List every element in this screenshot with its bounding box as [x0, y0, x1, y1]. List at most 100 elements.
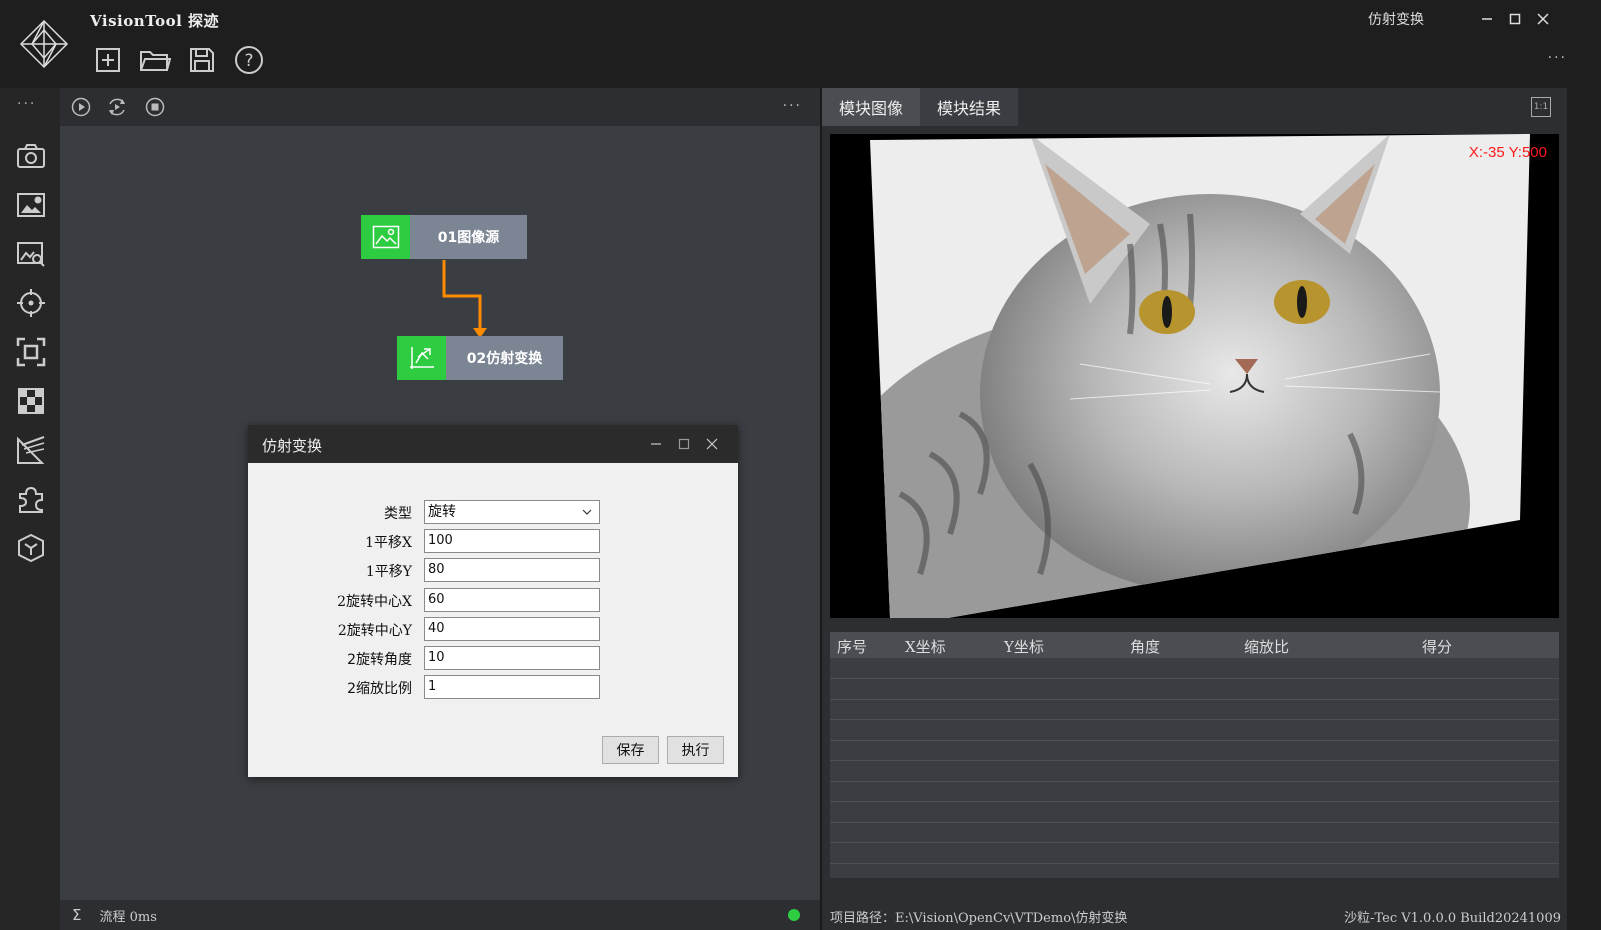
translate-x-input[interactable]: 100	[424, 529, 600, 553]
svg-text:?: ?	[244, 51, 253, 71]
maximize-icon	[678, 438, 690, 450]
table-row	[830, 782, 1559, 802]
rotation-center-y-input[interactable]: 40	[424, 617, 600, 641]
column-header[interactable]: 序号	[837, 636, 867, 657]
flow-node-label: 02仿射变换	[446, 336, 563, 380]
dialog-close-button[interactable]	[701, 433, 723, 455]
flow-node-label: 01图像源	[410, 215, 527, 259]
form-row-type: 类型 旋转	[248, 500, 738, 524]
transform-icon	[397, 336, 446, 380]
flow-node-image-source[interactable]: 01图像源	[361, 215, 527, 259]
focus-frame-icon[interactable]	[15, 336, 47, 368]
save-button[interactable]	[186, 44, 218, 76]
table-row	[830, 741, 1559, 761]
translate-y-input[interactable]: 80	[424, 558, 600, 582]
image-search-icon[interactable]	[15, 238, 47, 270]
field-label: 1平移Y	[365, 564, 412, 580]
table-row	[830, 844, 1559, 864]
right-status-bar: 项目路径：E:\Vision\OpenCv\VTDemo\仿射变换 沙粒-Tec…	[822, 900, 1567, 930]
field-label: 2旋转中心Y	[337, 623, 412, 639]
dialog-titlebar[interactable]: 仿射变换	[248, 425, 738, 463]
dialog-maximize-button[interactable]	[673, 433, 695, 455]
field-label: 2缩放比例	[347, 681, 412, 697]
flow-time-text: 流程 0ms	[99, 909, 157, 925]
chevron-down-icon	[581, 501, 593, 530]
flow-status-bar: Σ 流程 0ms	[60, 900, 820, 930]
form-row-scale: 2缩放比例 1	[248, 675, 738, 699]
save-icon	[190, 48, 214, 72]
result-table: 序号 X坐标 Y坐标 角度 缩放比 得分	[830, 632, 1559, 878]
cube-icon[interactable]	[15, 532, 47, 564]
table-row	[830, 823, 1559, 843]
field-label: 2旋转中心X	[337, 594, 412, 610]
measure-icon[interactable]	[15, 434, 47, 466]
open-folder-button[interactable]	[139, 44, 171, 76]
table-row	[830, 659, 1559, 679]
type-select[interactable]: 旋转	[424, 500, 600, 524]
maximize-button[interactable]	[1503, 8, 1527, 30]
table-row	[830, 762, 1559, 782]
app-logo-icon	[18, 18, 70, 70]
rail-more-button[interactable]: ···	[17, 96, 36, 112]
app-title: VisionTool 探迹	[90, 12, 219, 30]
type-select-value: 旋转	[428, 504, 456, 520]
window-title: 仿射变换	[1368, 12, 1424, 28]
tab-module-result[interactable]: 模块结果	[920, 88, 1018, 126]
table-header: 序号 X坐标 Y坐标 角度 缩放比 得分	[830, 632, 1559, 658]
form-row-translate-y: 1平移Y 80	[248, 558, 738, 582]
form-row-translate-x: 1平移X 100	[248, 529, 738, 553]
table-row	[830, 721, 1559, 741]
form-row-angle: 2旋转角度 10	[248, 646, 738, 670]
flow-node-affine-transform[interactable]: 02仿射变换	[397, 336, 563, 380]
open-folder-icon	[140, 51, 171, 71]
new-file-icon	[96, 48, 120, 72]
image-viewer[interactable]: X:-35 Y:500	[830, 134, 1559, 618]
top-more-button[interactable]: ···	[1548, 50, 1567, 66]
new-file-button[interactable]	[92, 44, 124, 76]
result-panel: 模块图像 模块结果 1:1 X:-35 Y:500 序号 X坐标 Y坐标 角度 …	[822, 88, 1567, 930]
close-button[interactable]	[1531, 8, 1555, 30]
minimize-button[interactable]	[1475, 8, 1499, 30]
status-indicator	[788, 909, 800, 921]
checker-icon[interactable]	[15, 385, 47, 417]
close-icon	[706, 438, 718, 450]
scale-input[interactable]: 1	[424, 675, 600, 699]
cursor-coordinates: X:-35 Y:500	[1468, 144, 1547, 161]
column-header[interactable]: 角度	[1130, 636, 1160, 657]
dialog-minimize-button[interactable]	[645, 433, 667, 455]
sigma-icon: Σ	[72, 906, 82, 924]
table-row	[830, 680, 1559, 700]
field-label: 1平移X	[365, 535, 412, 551]
form-row-center-y: 2旋转中心Y 40	[248, 617, 738, 641]
left-tool-rail: ···	[0, 88, 60, 930]
rotation-center-x-input[interactable]: 60	[424, 588, 600, 612]
crosshair-icon[interactable]	[15, 287, 47, 319]
project-path: 项目路径：E:\Vision\OpenCv\VTDemo\仿射变换	[830, 911, 1128, 926]
affine-transform-dialog: 仿射变换 类型 旋转 1平移X 100 1平移Y 80 2旋转中心X 60 2旋…	[248, 425, 738, 777]
table-row	[830, 700, 1559, 720]
cat-image	[870, 134, 1530, 618]
close-icon	[1537, 13, 1549, 25]
field-label: 2旋转角度	[347, 652, 412, 668]
table-row	[830, 803, 1559, 823]
tab-module-image[interactable]: 模块图像	[822, 88, 920, 126]
image-icon	[361, 215, 410, 259]
camera-icon[interactable]	[15, 140, 47, 172]
puzzle-icon[interactable]	[15, 483, 47, 515]
maximize-icon	[1509, 13, 1521, 25]
image-settings-icon[interactable]	[15, 189, 47, 221]
minimize-icon	[1482, 18, 1492, 20]
run-button[interactable]: 执行	[667, 736, 724, 764]
field-label: 类型	[384, 506, 412, 522]
title-bar: VisionTool 探迹 ? 仿射变换 ···	[0, 0, 1601, 88]
save-button[interactable]: 保存	[602, 736, 659, 764]
one-to-one-zoom-button[interactable]: 1:1	[1531, 97, 1551, 117]
rotation-angle-input[interactable]: 10	[424, 646, 600, 670]
minimize-icon	[651, 443, 661, 445]
column-header[interactable]: Y坐标	[1004, 636, 1044, 657]
build-info: 沙粒-Tec V1.0.0.0 Build20241009	[1344, 911, 1561, 926]
help-button[interactable]: ?	[233, 44, 265, 76]
column-header[interactable]: X坐标	[905, 636, 946, 657]
column-header[interactable]: 缩放比	[1244, 636, 1289, 657]
column-header[interactable]: 得分	[1422, 636, 1452, 657]
